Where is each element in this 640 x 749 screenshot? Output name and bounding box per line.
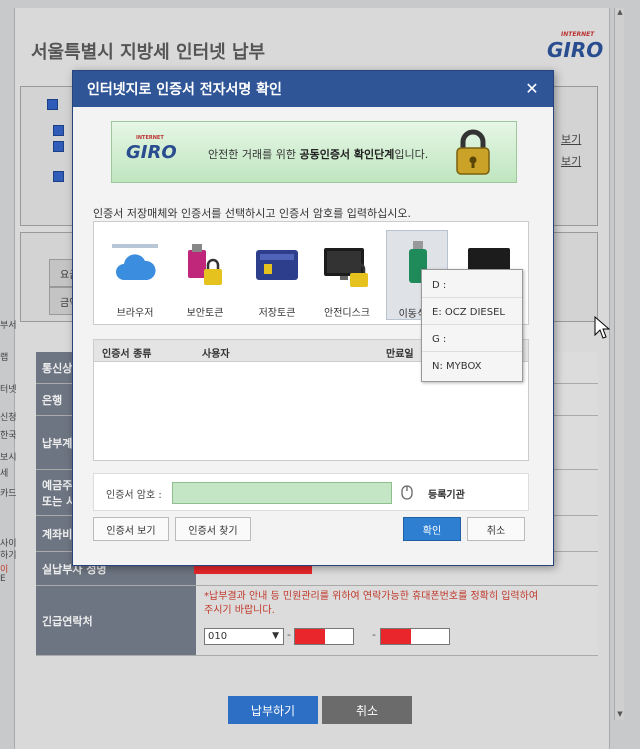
agree-checkbox[interactable] xyxy=(47,99,58,110)
dialog-cancel-button[interactable]: 취소 xyxy=(467,517,525,541)
find-certificate-button[interactable]: 인증서 찾기 xyxy=(175,517,251,541)
column-header: 만료일 xyxy=(386,349,414,360)
giro-banner-logo: INTERNET GIRO xyxy=(126,135,177,163)
password-row: 인증서 암호 : 등록기관 xyxy=(93,473,529,511)
row-label: 긴급연락처 xyxy=(36,586,196,655)
drive-menu: D : E: OCZ DIESEL G : N: MYBOX xyxy=(421,269,523,382)
storage-token-icon xyxy=(256,250,298,280)
phone-dash: - xyxy=(287,628,291,641)
page-scrollbar[interactable]: ▲ ▼ xyxy=(614,8,624,720)
cloud-icon xyxy=(112,244,158,280)
mouse-cursor-icon xyxy=(594,316,610,339)
media-browser[interactable]: 브라우저 xyxy=(104,230,166,320)
page-title: 서울특별시 지방세 인터넷 납부 xyxy=(31,42,266,63)
safe-disk-icon xyxy=(324,248,368,287)
giro-logo-text: GIRO xyxy=(547,38,604,62)
password-input[interactable] xyxy=(172,482,392,504)
redacted-phone xyxy=(381,629,411,644)
drive-item[interactable]: G : xyxy=(422,328,522,352)
agree-checkbox[interactable] xyxy=(53,171,64,182)
phone-middle-input[interactable] xyxy=(294,628,354,645)
drive-item[interactable]: E: OCZ DIESEL xyxy=(422,301,522,325)
giro-logo-small-text: INTERNET xyxy=(561,31,595,38)
phone-prefix-select[interactable]: 010 ▼ xyxy=(204,628,284,645)
phone-dash: - xyxy=(372,628,376,641)
drive-item[interactable]: D : xyxy=(422,274,522,298)
banner-text: 안전한 거래를 위한 공동인증서 확인단계입니다. xyxy=(208,148,429,161)
security-token-icon xyxy=(188,244,222,285)
view-terms-link[interactable]: 보기 xyxy=(561,153,581,169)
media-storage-token[interactable]: 저장토큰 xyxy=(246,230,308,320)
media-safe-disk[interactable]: 안전디스크 xyxy=(316,230,378,320)
bg-cancel-button[interactable]: 취소 xyxy=(322,696,412,724)
scroll-up-icon[interactable]: ▲ xyxy=(615,8,625,18)
padlock-icon xyxy=(456,129,490,175)
dialog-title: 인터넷지로 인증서 전자서명 확인 xyxy=(87,82,282,98)
giro-logo: INTERNET GIRO xyxy=(547,31,604,62)
view-terms-link[interactable]: 보기 xyxy=(561,131,581,147)
pay-button[interactable]: 납부하기 xyxy=(228,696,318,724)
drive-item[interactable]: N: MYBOX xyxy=(422,355,522,379)
close-icon[interactable]: ✕ xyxy=(523,80,541,98)
agree-checkbox[interactable] xyxy=(53,125,64,136)
contact-notice: *납부결과 안내 등 민원관리를 위하여 연락가능한 휴대폰번호를 정확히 입력… xyxy=(204,591,539,616)
security-banner: INTERNET GIRO 안전한 거래를 위한 공동인증서 확인단계입니다. xyxy=(111,121,517,183)
column-header: 사용자 xyxy=(202,349,230,360)
view-certificate-button[interactable]: 인증서 보기 xyxy=(93,517,169,541)
dialog-header: 인터넷지로 인증서 전자서명 확인 ✕ xyxy=(73,71,553,107)
ok-button[interactable]: 확인 xyxy=(403,517,461,541)
scroll-down-icon[interactable]: ▼ xyxy=(615,710,625,720)
password-label: 인증서 암호 : xyxy=(106,490,162,501)
mouse-keyboard-icon[interactable] xyxy=(400,484,414,500)
phone-last-input[interactable] xyxy=(380,628,450,645)
left-overflow-text: 부서 랩 터넷 신청 한국 보시 세 카드 사이 하기 이 E xyxy=(0,321,17,584)
register-authority-button[interactable]: 등록기관 xyxy=(428,486,465,501)
instruction-text: 인증서 저장매체와 인증서를 선택하시고 인증서 암호를 입력하십시오. xyxy=(93,207,411,220)
chevron-down-icon: ▼ xyxy=(272,631,279,641)
redacted-phone xyxy=(295,629,325,644)
media-security-token[interactable]: 보안토큰 xyxy=(174,230,236,320)
agree-checkbox[interactable] xyxy=(53,141,64,152)
column-header: 인증서 종류 xyxy=(102,349,152,360)
